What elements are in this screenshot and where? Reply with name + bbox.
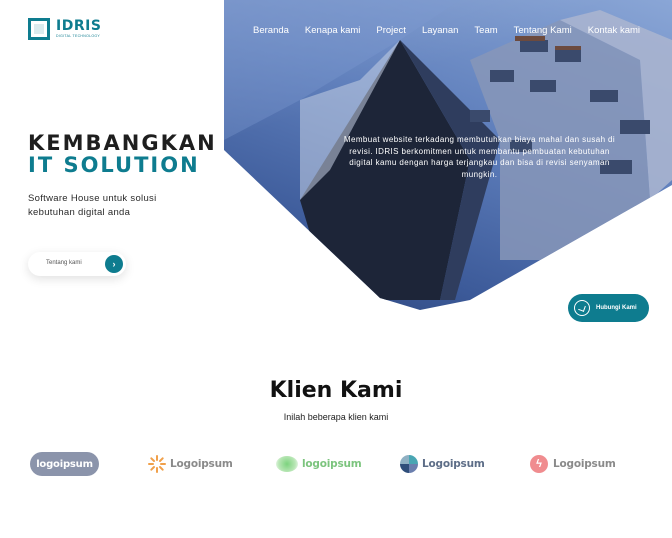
client-logo-5-text: Logoipsum [553,458,616,470]
green-blob-icon [276,456,298,472]
nav-item-layanan[interactable]: Layanan [422,25,458,36]
nav-item-beranda[interactable]: Beranda [253,25,289,36]
brand-logo[interactable]: IDRIS DIGITAL TECHNOLOGY [28,18,101,40]
nav-item-kontak-kami[interactable]: Kontak kami [588,25,640,36]
client-logo-4-text: Logoipsum [422,458,485,470]
logo-square-icon [28,18,50,40]
clients-subtitle: Inilah beberapa klien kami [283,412,389,422]
client-logo-5: ϟ Logoipsum [530,452,616,476]
client-logo-1-text: logoipsum [36,458,93,470]
client-logo-2: Logoipsum [148,452,233,476]
whatsapp-icon [574,300,590,316]
client-logo-2-text: Logoipsum [170,458,233,470]
sunburst-icon [148,455,166,473]
nav-item-project[interactable]: Project [376,25,406,36]
whatsapp-contact-button[interactable]: Hubungi Kami [568,294,649,322]
nav-item-tentang-kami[interactable]: Tentang Kami [514,25,572,36]
main-nav: Beranda Kenapa kami Project Layanan Team… [253,25,640,36]
about-us-button-label: Tentang kami [46,260,82,266]
pinwheel-icon [400,455,418,473]
lightning-bolt-icon: ϟ [530,455,548,473]
chevron-right-icon: › [105,255,123,273]
nav-item-team[interactable]: Team [474,25,497,36]
hero-overlay-text: Membuat website terkadang membutuhkan bi… [343,135,616,179]
clients-title: Klien Kami [269,378,403,403]
brand-tagline: DIGITAL TECHNOLOGY [56,34,101,39]
client-logo-3: logoipsum [276,452,362,476]
about-us-button[interactable]: Tentang kami › [28,252,126,276]
hero-title-accent: IT SOLUTION [28,153,200,177]
client-logo-4: Logoipsum [400,452,485,476]
client-logo-1: logoipsum [30,452,99,476]
hero-description: Software House untuk solusi kebutuhan di… [28,193,157,218]
nav-item-kenapa-kami[interactable]: Kenapa kami [305,25,360,36]
whatsapp-button-label: Hubungi Kami [596,305,637,311]
client-logo-3-text: logoipsum [302,458,362,470]
brand-name: IDRIS [56,18,102,35]
